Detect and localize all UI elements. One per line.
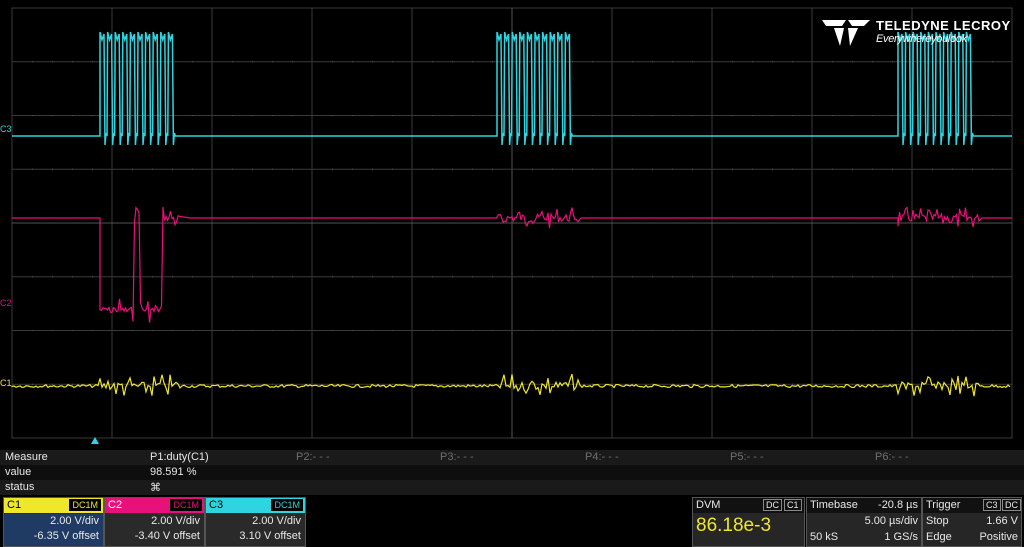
- c1-box-body: 2.00 V/div -6.35 V offset: [4, 514, 103, 546]
- c2-waveform: [12, 206, 1012, 323]
- trigger-level: 1.66 V: [986, 515, 1018, 527]
- c3-ground-marker[interactable]: C3: [0, 124, 12, 134]
- c3-box-body: 2.00 V/div 3.10 V offset: [206, 514, 305, 544]
- measure-header-row: Measure P1:duty(C1) P2:- - - P3:- - - P4…: [0, 450, 1024, 465]
- c3-descriptor-box[interactable]: C3 DC1M 2.00 V/div 3.10 V offset: [205, 497, 306, 547]
- c1-descriptor-box[interactable]: C1 DC1M 2.00 V/div -6.35 V offset: [3, 497, 104, 547]
- c3-coupling: DC1M: [271, 499, 303, 511]
- traces: [11, 31, 1012, 397]
- p3-label[interactable]: P3:- - -: [440, 451, 474, 463]
- dvm-header: DVM DC C1: [693, 498, 804, 513]
- c2-offset: -3.40 V offset: [134, 530, 200, 542]
- c1-ground-marker[interactable]: C1: [0, 378, 12, 388]
- c2-name: C2: [108, 499, 123, 511]
- p1-label[interactable]: P1:duty(C1): [150, 451, 209, 463]
- c2-box-body: 2.00 V/div -3.40 V offset: [105, 514, 204, 544]
- p1-status-icon: ⌘: [150, 482, 161, 494]
- trigger-box[interactable]: Trigger C3 DC Stop 1.66 V Edge Positive: [922, 497, 1022, 547]
- c1-offset: -6.35 V offset: [33, 530, 99, 542]
- measure-value-row: value 98.591 %: [0, 465, 1024, 480]
- trigger-mode: Stop: [926, 515, 949, 527]
- trigger-position-marker[interactable]: [91, 437, 99, 444]
- dvm-channel: C1: [784, 499, 802, 511]
- c3-name: C3: [209, 499, 224, 511]
- dvm-value: 86.18e-3: [696, 515, 772, 536]
- c1-waveform: [11, 373, 1011, 397]
- c2-descriptor-box[interactable]: C2 DC1M 2.00 V/div -3.40 V offset: [104, 497, 205, 547]
- timebase-rate: 1 GS/s: [884, 531, 918, 543]
- p4-label[interactable]: P4:- - -: [585, 451, 619, 463]
- trigger-type: Edge: [926, 531, 952, 543]
- trigger-header: Trigger C3 DC: [923, 498, 1021, 513]
- trace-c2: [12, 206, 1012, 323]
- status-row-label: status: [5, 481, 35, 493]
- bottom-status-bar: C1 DC1M 2.00 V/div -6.35 V offset C2 DC1…: [0, 496, 1024, 547]
- timebase-delay: -20.8 µs: [878, 499, 918, 511]
- dvm-coupling: DC: [763, 499, 782, 511]
- trigger-label: Trigger: [926, 499, 961, 511]
- c1-name: C1: [7, 499, 22, 511]
- measure-table[interactable]: Measure P1:duty(C1) P2:- - - P3:- - - P4…: [0, 450, 1024, 495]
- c3-box-header: C3 DC1M: [206, 498, 305, 513]
- c2-box-header: C2 DC1M: [105, 498, 204, 513]
- c2-coupling: DC1M: [170, 499, 202, 511]
- brand-tagline: Everywhereyoulook: [876, 33, 967, 45]
- measure-header: Measure: [5, 451, 48, 463]
- trigger-coupling: DC: [1002, 499, 1021, 511]
- c3-vdiv: 2.00 V/div: [252, 515, 301, 527]
- timebase-box[interactable]: Timebase -20.8 µs 5.00 µs/div 50 kS 1 GS…: [806, 497, 922, 547]
- value-row-label: value: [5, 466, 32, 478]
- waveform-display[interactable]: TELEDYNE LECROY Everywhereyoulook C3 C2 …: [0, 0, 1024, 450]
- c1-vdiv: 2.00 V/div: [50, 515, 99, 527]
- teledyne-logo-icon: [822, 20, 870, 46]
- timebase-samples: 50 kS: [810, 531, 839, 543]
- timebase-header: Timebase -20.8 µs: [807, 498, 921, 513]
- c1-coupling: DC1M: [69, 499, 101, 511]
- timebase-label: Timebase: [810, 499, 858, 511]
- teledyne-lecroy-logo: TELEDYNE LECROY Everywhereyoulook: [820, 16, 1010, 50]
- trigger-channel: C3: [983, 499, 1001, 511]
- p5-label[interactable]: P5:- - -: [730, 451, 764, 463]
- c3-offset: 3.10 V offset: [239, 530, 301, 542]
- p2-label[interactable]: P2:- - -: [296, 451, 330, 463]
- p1-value: 98.591 %: [150, 466, 197, 478]
- c2-vdiv: 2.00 V/div: [151, 515, 200, 527]
- brand-name: TELEDYNE LECROY: [876, 18, 1011, 33]
- c1-box-header: C1 DC1M: [4, 498, 103, 513]
- p6-label[interactable]: P6:- - -: [875, 451, 909, 463]
- trace-c1: [11, 373, 1011, 397]
- c2-ground-marker[interactable]: C2: [0, 298, 12, 308]
- measure-status-row: status ⌘: [0, 480, 1024, 495]
- trigger-slope: Positive: [979, 531, 1018, 543]
- dvm-label: DVM: [696, 499, 721, 511]
- timebase-tdiv: 5.00 µs/div: [864, 515, 918, 527]
- dvm-box[interactable]: DVM DC C1 86.18e-3: [692, 497, 805, 547]
